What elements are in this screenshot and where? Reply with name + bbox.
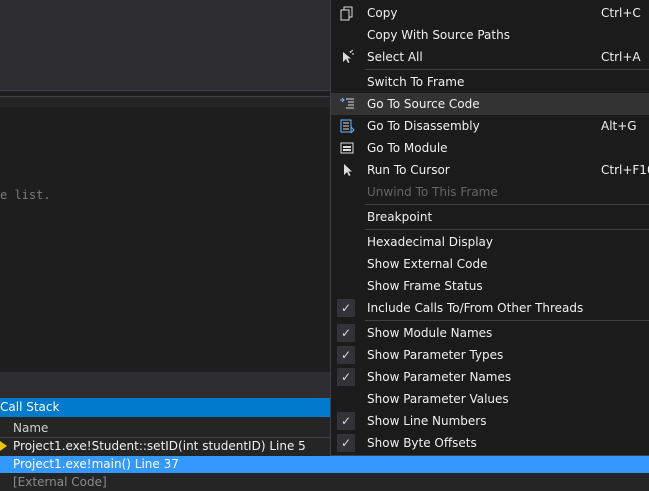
code-text: e list.: [0, 188, 51, 202]
menu-item-show-external-code[interactable]: Show External Code: [331, 253, 649, 275]
menu-item-show-line-numbers[interactable]: ✓ Show Line Numbers: [331, 410, 649, 432]
frame-text: Project1.exe!Student::setID(int studentI…: [13, 439, 306, 453]
frame-text: Project1.exe!main() Line 37: [13, 457, 179, 471]
menu-item-show-byte-offsets[interactable]: ✓ Show Byte Offsets: [331, 432, 649, 454]
menu-item-go-to-disassembly[interactable]: Go To Disassembly Alt+G: [331, 115, 649, 137]
current-frame-arrow-icon: [0, 441, 7, 451]
call-stack-title: Call Stack: [0, 400, 60, 414]
menu-separator: [365, 229, 649, 230]
menu-item-go-to-module[interactable]: Go To Module: [331, 137, 649, 159]
call-stack-row[interactable]: [External Code]: [0, 474, 649, 491]
menu-separator: [365, 320, 649, 321]
disassembly-icon: [340, 119, 355, 134]
frame-text: [External Code]: [13, 475, 107, 489]
column-name-label: Name: [13, 421, 49, 435]
menu-item-switch-to-frame[interactable]: Switch To Frame: [331, 71, 649, 93]
call-stack-row-selected[interactable]: Project1.exe!main() Line 37: [0, 456, 649, 473]
context-menu: Copy Ctrl+C Copy With Source Paths Selec…: [330, 0, 649, 456]
menu-item-run-to-cursor[interactable]: Run To Cursor Ctrl+F10: [331, 159, 649, 181]
checkmark-icon: ✓: [337, 324, 355, 342]
call-stack-column-header[interactable]: Name: [0, 420, 330, 438]
editor-top-area: [0, 0, 330, 90]
checkmark-icon: ✓: [337, 346, 355, 364]
editor-divider: [0, 90, 330, 91]
checkmark-icon: ✓: [337, 368, 355, 386]
menu-item-show-parameter-values[interactable]: Show Parameter Values: [331, 388, 649, 410]
menu-separator: [365, 69, 649, 70]
menu-item-include-calls-other-threads[interactable]: ✓ Include Calls To/From Other Threads: [331, 297, 649, 319]
call-stack-title-bar[interactable]: Call Stack: [0, 398, 330, 417]
menu-item-breakpoint[interactable]: Breakpoint: [331, 206, 649, 228]
code-editor[interactable]: e list.: [0, 0, 330, 372]
select-all-icon: [343, 49, 354, 63]
menu-item-copy-with-source-paths[interactable]: Copy With Source Paths: [331, 24, 649, 46]
menu-item-hexadecimal-display[interactable]: Hexadecimal Display: [331, 231, 649, 253]
menu-item-copy[interactable]: Copy Ctrl+C: [331, 2, 649, 24]
go-to-source-icon: [340, 97, 354, 109]
menu-item-go-to-source-code[interactable]: Go To Source Code: [331, 93, 649, 115]
checkmark-icon: ✓: [337, 434, 355, 452]
menu-item-show-frame-status[interactable]: Show Frame Status: [331, 275, 649, 297]
module-icon: [340, 142, 354, 154]
cursor-icon: [344, 164, 352, 176]
menu-item-unwind-to-this-frame: Unwind To This Frame: [367, 185, 498, 199]
copy-icon: [340, 6, 353, 21]
menu-item-select-all[interactable]: Select All Ctrl+A: [331, 46, 649, 68]
menu-item-show-parameter-types[interactable]: ✓ Show Parameter Types: [331, 344, 649, 366]
checkmark-icon: ✓: [337, 412, 355, 430]
menu-item-show-parameter-names[interactable]: ✓ Show Parameter Names: [331, 366, 649, 388]
menu-item-show-module-names[interactable]: ✓ Show Module Names: [331, 322, 649, 344]
menu-separator: [365, 204, 649, 205]
checkmark-icon: ✓: [337, 299, 355, 317]
panel-gap: [0, 372, 330, 398]
editor-splitter[interactable]: [0, 96, 330, 107]
